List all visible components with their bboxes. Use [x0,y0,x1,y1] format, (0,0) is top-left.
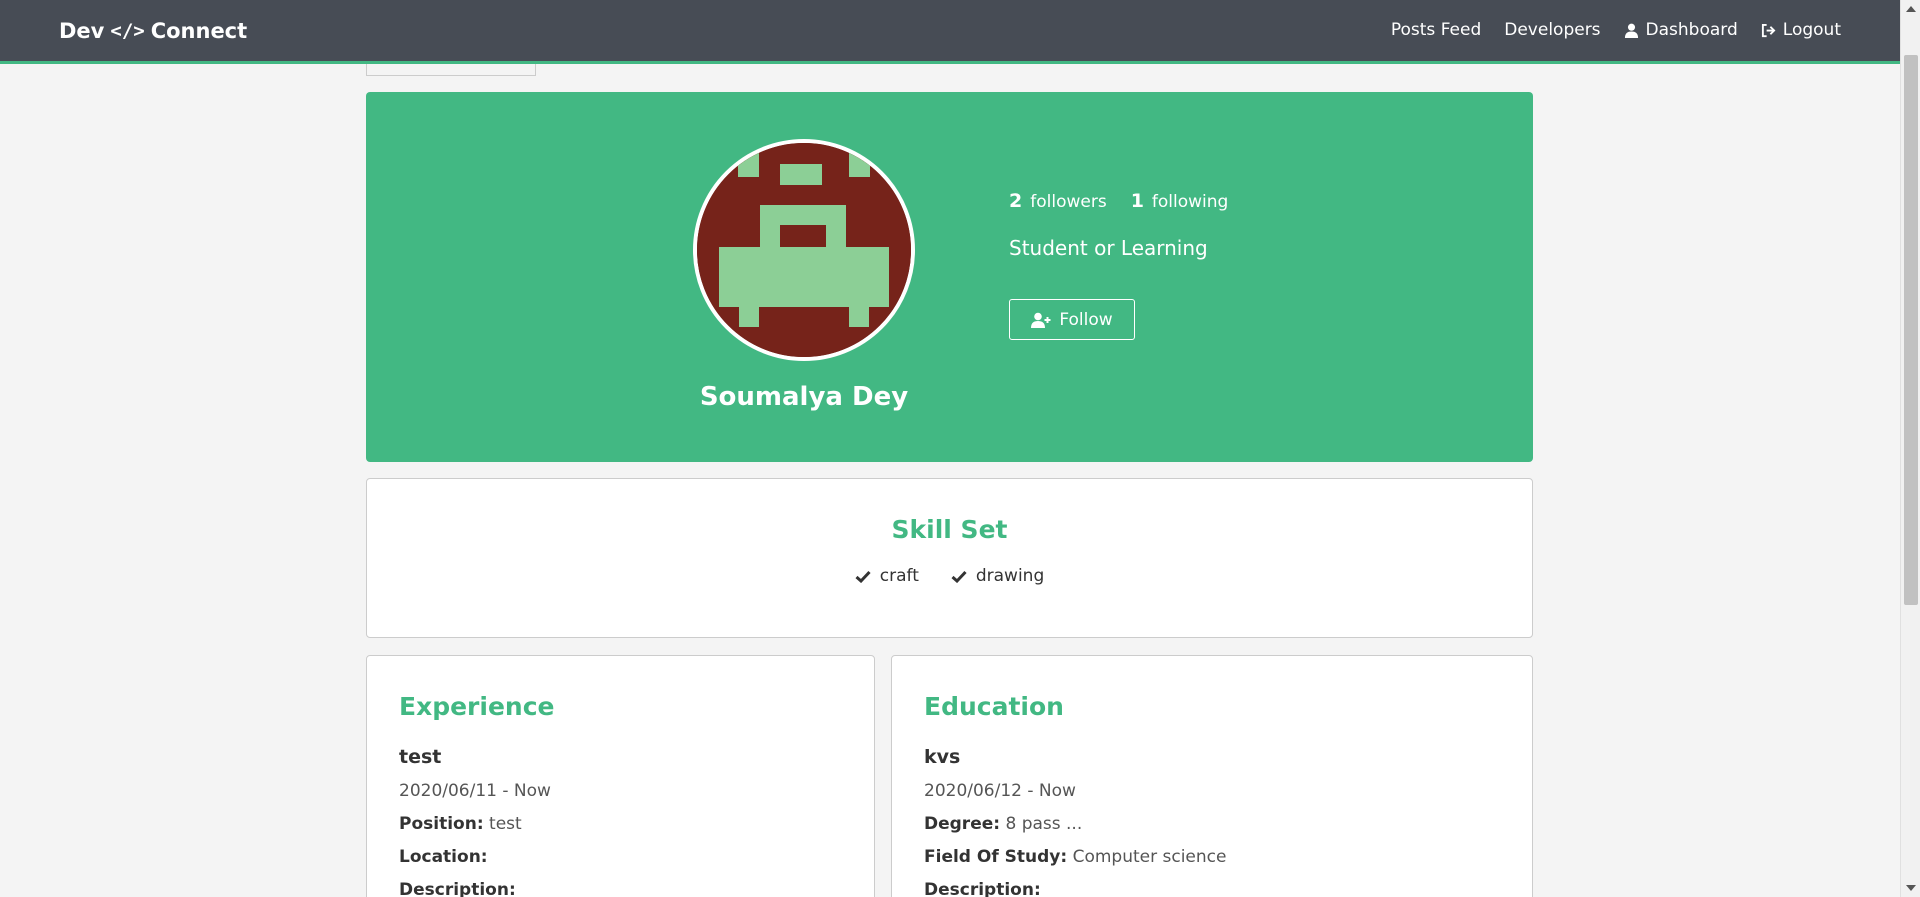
scroll-down-arrow-icon[interactable] [1906,885,1916,891]
navbar: Dev </> Connect Posts Feed Developers Da… [0,0,1900,64]
brand-text-left: Dev [59,19,105,43]
education-degree: Degree: 8 pass ... [924,814,1082,834]
field-value: Computer science [1072,847,1227,867]
nav-dashboard[interactable]: Dashboard [1624,20,1738,40]
page-scrollbar[interactable] [1900,0,1920,897]
profile-header-card: Soumalya Dey 2 followers 1 following Stu… [366,92,1533,462]
nav-posts-feed-label: Posts Feed [1390,20,1482,40]
position-value: test [489,814,522,834]
experience-dates: 2020/06/11 - Now [399,781,551,801]
education-dates: 2020/06/12 - Now [924,781,1076,801]
location-label: Location: [399,847,488,867]
scroll-up-arrow-icon[interactable] [1906,6,1916,12]
profile-status: Student or Learning [1009,236,1208,260]
brand-logo[interactable]: Dev </> Connect [59,19,247,43]
education-description: Description: [924,880,1041,897]
followers-count: 2 [1009,190,1023,212]
degree-label: Degree: [924,814,1001,834]
user-icon [1624,23,1638,38]
skill-label: drawing [975,566,1045,586]
skill-label: craft [879,566,919,586]
degree-value: 8 pass ... [1005,814,1083,834]
nav-posts-feed[interactable]: Posts Feed [1391,20,1481,40]
brand-text-right: Connect [150,19,248,43]
identicon-image [697,143,911,357]
following-label[interactable]: following [1152,192,1228,212]
experience-description: Description: [399,880,516,897]
education-title: Education [924,692,1064,721]
nav-logout[interactable]: Logout [1761,20,1841,40]
nav-logout-label: Logout [1782,20,1841,40]
skill-set-card: Skill Set craft drawing [366,478,1533,638]
position-label: Position: [399,814,484,834]
scrollbar-thumb[interactable] [1904,55,1918,605]
experience-title: Experience [399,692,555,721]
experience-card: Experience test 2020/06/11 - Now Positio… [366,655,875,897]
follow-stats: 2 followers 1 following [1009,190,1228,212]
education-field-of-study: Field Of Study: Computer science [924,847,1226,867]
skill-set-title: Skill Set [891,515,1008,544]
experience-position: Position: test [399,814,522,834]
check-icon [855,570,871,583]
nav-links: Posts Feed Developers Dashboard Logout [1391,20,1841,40]
education-card: Education kvs 2020/06/12 - Now Degree: 8… [891,655,1533,897]
sign-out-icon [1761,23,1776,37]
skill-item: craft [855,566,919,586]
nav-dashboard-label: Dashboard [1645,20,1738,40]
field-label: Field Of Study: [924,847,1068,867]
follow-button[interactable]: Follow [1009,299,1135,340]
experience-location: Location: [399,847,488,867]
check-icon [951,570,967,583]
skill-item: drawing [951,566,1044,586]
nav-developers-label: Developers [1504,20,1601,40]
nav-developers[interactable]: Developers [1504,20,1600,40]
skills-list: craft drawing [367,566,1532,586]
code-icon: </> [110,20,145,42]
profile-name: Soumalya Dey [699,382,909,412]
education-school: kvs [924,746,961,768]
follow-button-label: Follow [1059,309,1113,330]
avatar [693,139,915,361]
following-count: 1 [1130,190,1144,212]
description-label: Description: [399,880,516,897]
description-label: Description: [924,880,1041,897]
user-plus-icon [1031,312,1051,328]
followers-label[interactable]: followers [1030,192,1106,212]
experience-company: test [399,746,442,768]
